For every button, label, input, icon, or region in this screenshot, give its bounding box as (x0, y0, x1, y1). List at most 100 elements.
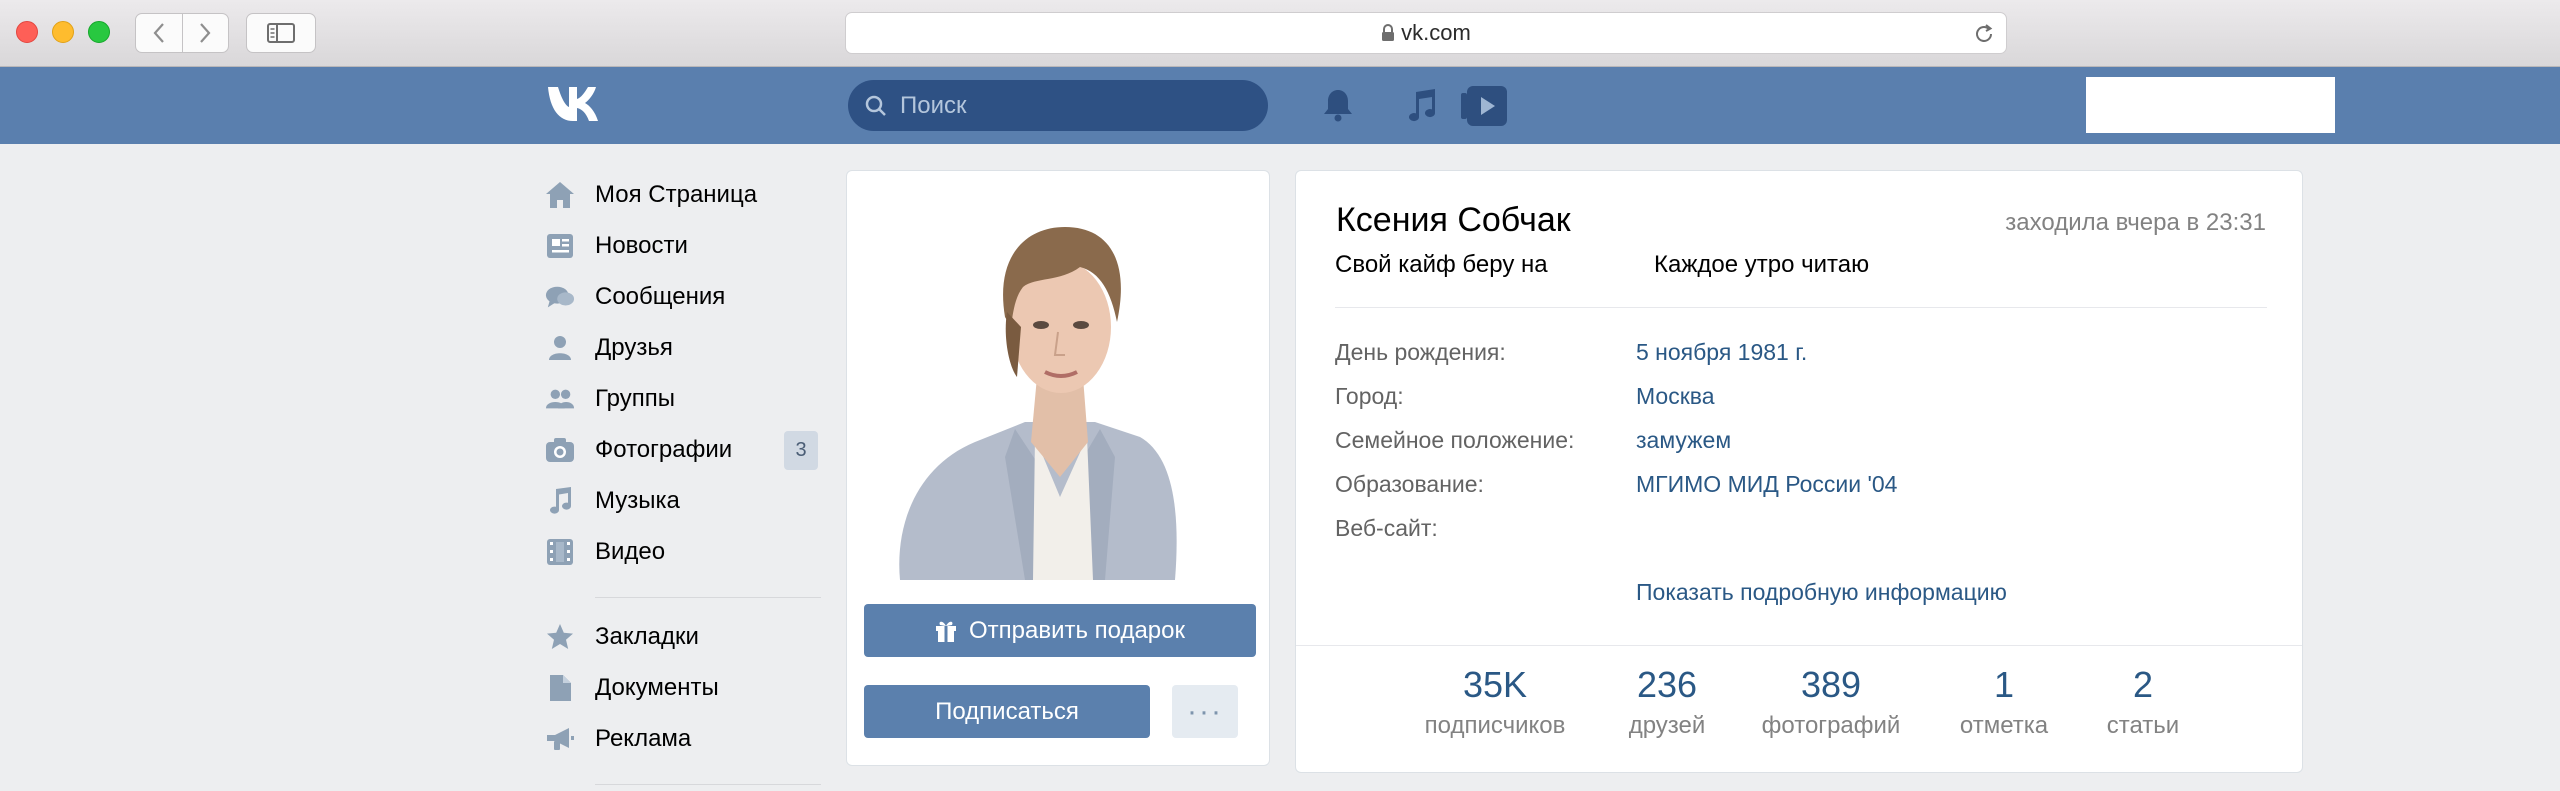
users-icon (545, 384, 575, 414)
star-icon (545, 622, 575, 652)
menu-item-news[interactable]: Новости (545, 226, 820, 266)
music-note-icon (545, 486, 575, 516)
city-label: Город: (1335, 383, 1404, 409)
birthday-label: День рождения: (1335, 339, 1506, 365)
stat-label: фотографий (1761, 712, 1901, 739)
send-gift-button[interactable]: Отправить подарок (864, 604, 1256, 657)
address-bar[interactable]: vk.com (845, 12, 2007, 54)
subscribe-button[interactable]: Подписаться (864, 685, 1150, 738)
stats-divider (1296, 645, 2302, 646)
birthday-value[interactable]: 5 ноября 1981 г. (1636, 339, 1807, 366)
video-play-icon[interactable] (1460, 85, 1508, 127)
chevron-right-icon (200, 23, 211, 43)
chat-bubbles-icon (545, 282, 575, 312)
bell-icon[interactable] (1321, 88, 1355, 124)
education-value[interactable]: МГИМО МИД России '04 (1636, 471, 1897, 498)
close-window-button[interactable] (16, 21, 38, 43)
stat-label: подписчиков (1424, 712, 1566, 739)
menu-item-messages[interactable]: Сообщения (545, 277, 820, 317)
profile-photo[interactable] (875, 197, 1243, 580)
menu-item-groups[interactable]: Группы (545, 379, 820, 419)
menu-label: Документы (595, 674, 719, 701)
status-text-part2: Каждое утро читаю (1654, 251, 1870, 278)
menu-item-my-page[interactable]: Моя Страница (545, 175, 820, 215)
document-icon (545, 673, 575, 703)
relationship-label: Семейное положение: (1335, 427, 1575, 453)
stat-number: 1 (1993, 664, 2015, 705)
chevron-left-icon (153, 23, 164, 43)
profile-info-card: Ксения Собчак заходила вчера в 23:31 Сво… (1295, 170, 2303, 773)
forward-button[interactable] (181, 14, 229, 52)
stat-number: 389 (1800, 664, 1862, 705)
menu-label: Новости (595, 232, 688, 259)
menu-label: Друзья (595, 334, 673, 361)
menu-label: Реклама (595, 725, 692, 752)
vk-logo[interactable] (546, 86, 608, 127)
url-text: vk.com (1401, 20, 1471, 45)
menu-divider (595, 597, 821, 598)
browser-toolbar: vk.com (0, 0, 2560, 67)
stat-label: статьи (2106, 712, 2180, 739)
stat-number: 2 (2132, 664, 2154, 705)
stat-label: отметка (1959, 712, 2049, 739)
city-value[interactable]: Москва (1636, 383, 1715, 410)
more-actions-button[interactable]: ··· (1172, 685, 1238, 738)
stat-number: 35K (1462, 664, 1528, 705)
gift-icon (935, 621, 956, 642)
menu-label: Фотографии (595, 436, 733, 463)
menu-label: Музыка (595, 487, 680, 514)
vk-logo-icon (548, 87, 598, 121)
history-navigation (135, 13, 229, 53)
relationship-value[interactable]: замужем (1636, 427, 1731, 454)
megaphone-icon (545, 724, 575, 754)
menu-item-bookmarks[interactable]: Закладки (545, 617, 820, 657)
search-placeholder: Поиск (900, 91, 967, 119)
zoom-window-button[interactable] (88, 21, 110, 43)
education-label: Образование: (1335, 471, 1484, 497)
sidebar-toggle-button[interactable] (246, 13, 316, 53)
menu-item-friends[interactable]: Друзья (545, 328, 820, 368)
menu-label: Сообщения (595, 283, 726, 310)
reload-icon[interactable] (1972, 22, 1996, 46)
show-details-link[interactable]: Показать подробную информацию (1636, 579, 2007, 606)
header-divider (1335, 307, 2267, 308)
stat-followers[interactable]: 35K подписчиков (1410, 664, 1580, 740)
search-input[interactable]: Поиск (848, 80, 1268, 131)
more-dots-icon: ··· (1187, 694, 1223, 728)
back-button[interactable] (136, 14, 182, 52)
user-menu-area[interactable] (2086, 77, 2335, 133)
subscribe-label: Подписаться (935, 697, 1079, 725)
home-icon (545, 180, 575, 210)
stat-photos[interactable]: 389 фотографий (1756, 664, 1906, 740)
menu-item-music[interactable]: Музыка (545, 481, 820, 521)
search-icon (865, 95, 886, 116)
stat-number: 236 (1636, 664, 1698, 705)
menu-item-documents[interactable]: Документы (545, 668, 820, 708)
profile-name: Ксения Собчак (1336, 201, 1571, 239)
minimize-window-button[interactable] (52, 21, 74, 43)
stat-tags[interactable]: 1 отметка (1944, 664, 2064, 740)
lock-icon (1382, 24, 1395, 41)
profile-photo-card: Отправить подарок Подписаться ··· (846, 170, 1270, 766)
menu-label: Закладки (595, 623, 699, 650)
stat-articles[interactable]: 2 статьи (2088, 664, 2198, 740)
menu-label: Видео (595, 538, 666, 565)
menu-item-ads[interactable]: Реклама (545, 719, 820, 759)
website-label: Веб-сайт: (1335, 515, 1438, 541)
sidebar-icon (267, 23, 295, 43)
menu-label: Группы (595, 385, 675, 412)
status-text-part1: Свой кайф беру на (1335, 251, 1548, 278)
menu-item-video[interactable]: Видео (545, 532, 820, 572)
camera-icon (545, 435, 575, 465)
photos-count-badge: 3 (784, 431, 818, 470)
stat-label: друзей (1628, 712, 1706, 739)
film-icon (545, 537, 575, 567)
stat-friends[interactable]: 236 друзей (1612, 664, 1722, 740)
menu-divider (595, 784, 821, 785)
last-seen-text: заходила вчера в 23:31 (2005, 209, 2266, 236)
user-icon (545, 333, 575, 363)
music-note-icon[interactable] (1405, 88, 1439, 124)
menu-item-photos[interactable]: Фотографии 3 (545, 430, 820, 470)
menu-label: Моя Страница (595, 181, 758, 208)
newspaper-icon (545, 231, 575, 261)
